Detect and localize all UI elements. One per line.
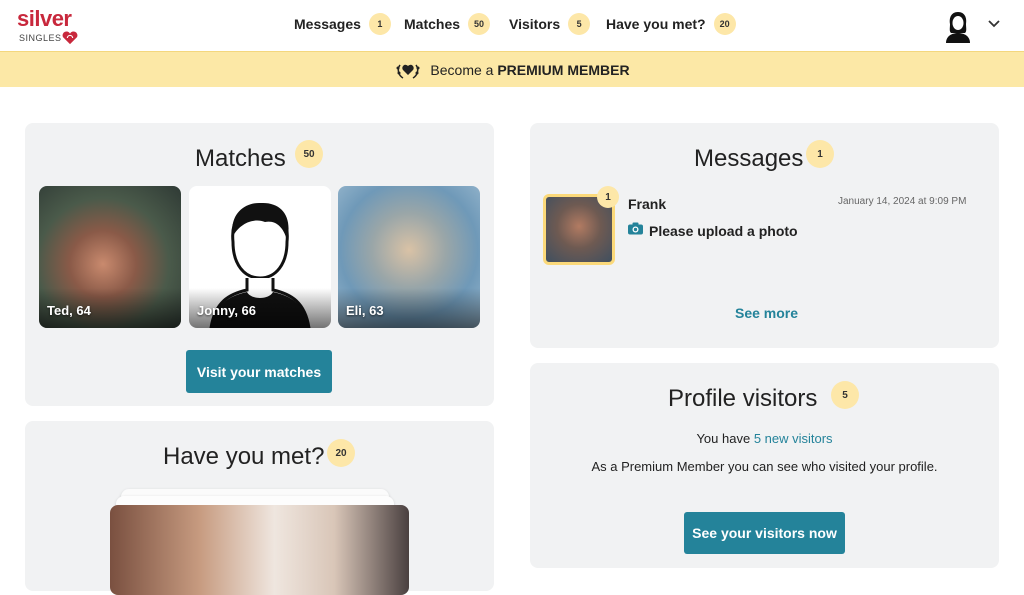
banner-prefix: Become a [430,61,494,78]
nav-matches-label: Matches [404,16,461,32]
have-you-met-count-badge: 20 [327,439,355,467]
see-visitors-button[interactable]: See your visitors now [684,512,845,554]
message-preview[interactable]: Please upload a photo [649,223,798,239]
see-more-link[interactable]: See more [735,305,798,321]
premium-banner[interactable]: Become a PREMIUM MEMBER [0,51,1024,87]
messages-card: Messages 1 1 Frank January 14, 2024 at 9… [530,123,999,348]
banner-emphasis: PREMIUM MEMBER [497,61,630,78]
nav-visitors-badge: 5 [568,13,591,35]
have-you-met-card: Have you met? 20 [25,421,494,595]
match-name: Eli, 63 [346,303,384,318]
matches-title: Matches [195,145,286,172]
nav-matches-badge: 50 [468,13,491,35]
logo-wordmark: silver [17,6,72,31]
nav-visitors[interactable]: Visitors 5 [509,12,591,36]
nav-have-you-met[interactable]: Have you met? 20 [606,12,736,36]
new-visitors-link[interactable]: 5 new visitors [754,431,833,446]
heart-icon [62,31,78,45]
match-photo-eli[interactable]: Eli, 63 [338,186,480,328]
have-you-met-title: Have you met? [163,443,325,470]
messages-title: Messages [694,145,804,172]
matches-count-badge: 50 [295,140,323,168]
top-navigation: silver SINGLES Messages 1 Matches 50 Vis… [0,0,1024,51]
nav-messages-badge: 1 [368,13,391,35]
silver-singles-logo[interactable]: silver SINGLES [17,6,87,46]
visitors-card: Profile visitors 5 You have 5 new visito… [530,363,999,568]
match-photo-jonny[interactable]: Jonny, 66 [189,186,331,328]
chevron-down-icon[interactable] [987,16,1001,30]
user-avatar-icon[interactable] [943,9,973,43]
camera-icon [628,222,643,235]
visitors-summary-prefix: You have [696,431,751,446]
unread-badge: 1 [597,186,619,208]
message-date: January 14, 2024 at 9:09 PM [838,196,967,207]
visitors-count-badge: 5 [831,381,859,409]
nav-messages[interactable]: Messages 1 [294,12,391,36]
match-photo-ted[interactable]: Ted, 64 [39,186,181,328]
nav-messages-label: Messages [294,16,361,32]
visitors-title: Profile visitors [668,385,818,412]
nav-matches[interactable]: Matches 50 [404,12,491,36]
match-name: Jonny, 66 [197,303,257,318]
matches-card: Matches 50 Ted, 64 Jonny, 66 Eli, 63 Vis… [25,123,494,406]
visitors-premium-note: As a Premium Member you can see who visi… [591,459,938,474]
visit-matches-button[interactable]: Visit your matches [186,350,332,393]
nav-have-you-met-label: Have you met? [606,16,706,32]
laurel-heart-icon [396,64,420,79]
suggested-profile-photo[interactable] [110,505,409,595]
nav-visitors-label: Visitors [509,16,561,32]
visitors-summary: You have 5 new visitors [530,431,999,446]
sender-name[interactable]: Frank [628,196,666,212]
nav-have-you-met-badge: 20 [713,13,736,35]
messages-count-badge: 1 [806,140,834,168]
match-name: Ted, 64 [47,303,91,318]
logo-subtitle: SINGLES [19,33,62,43]
